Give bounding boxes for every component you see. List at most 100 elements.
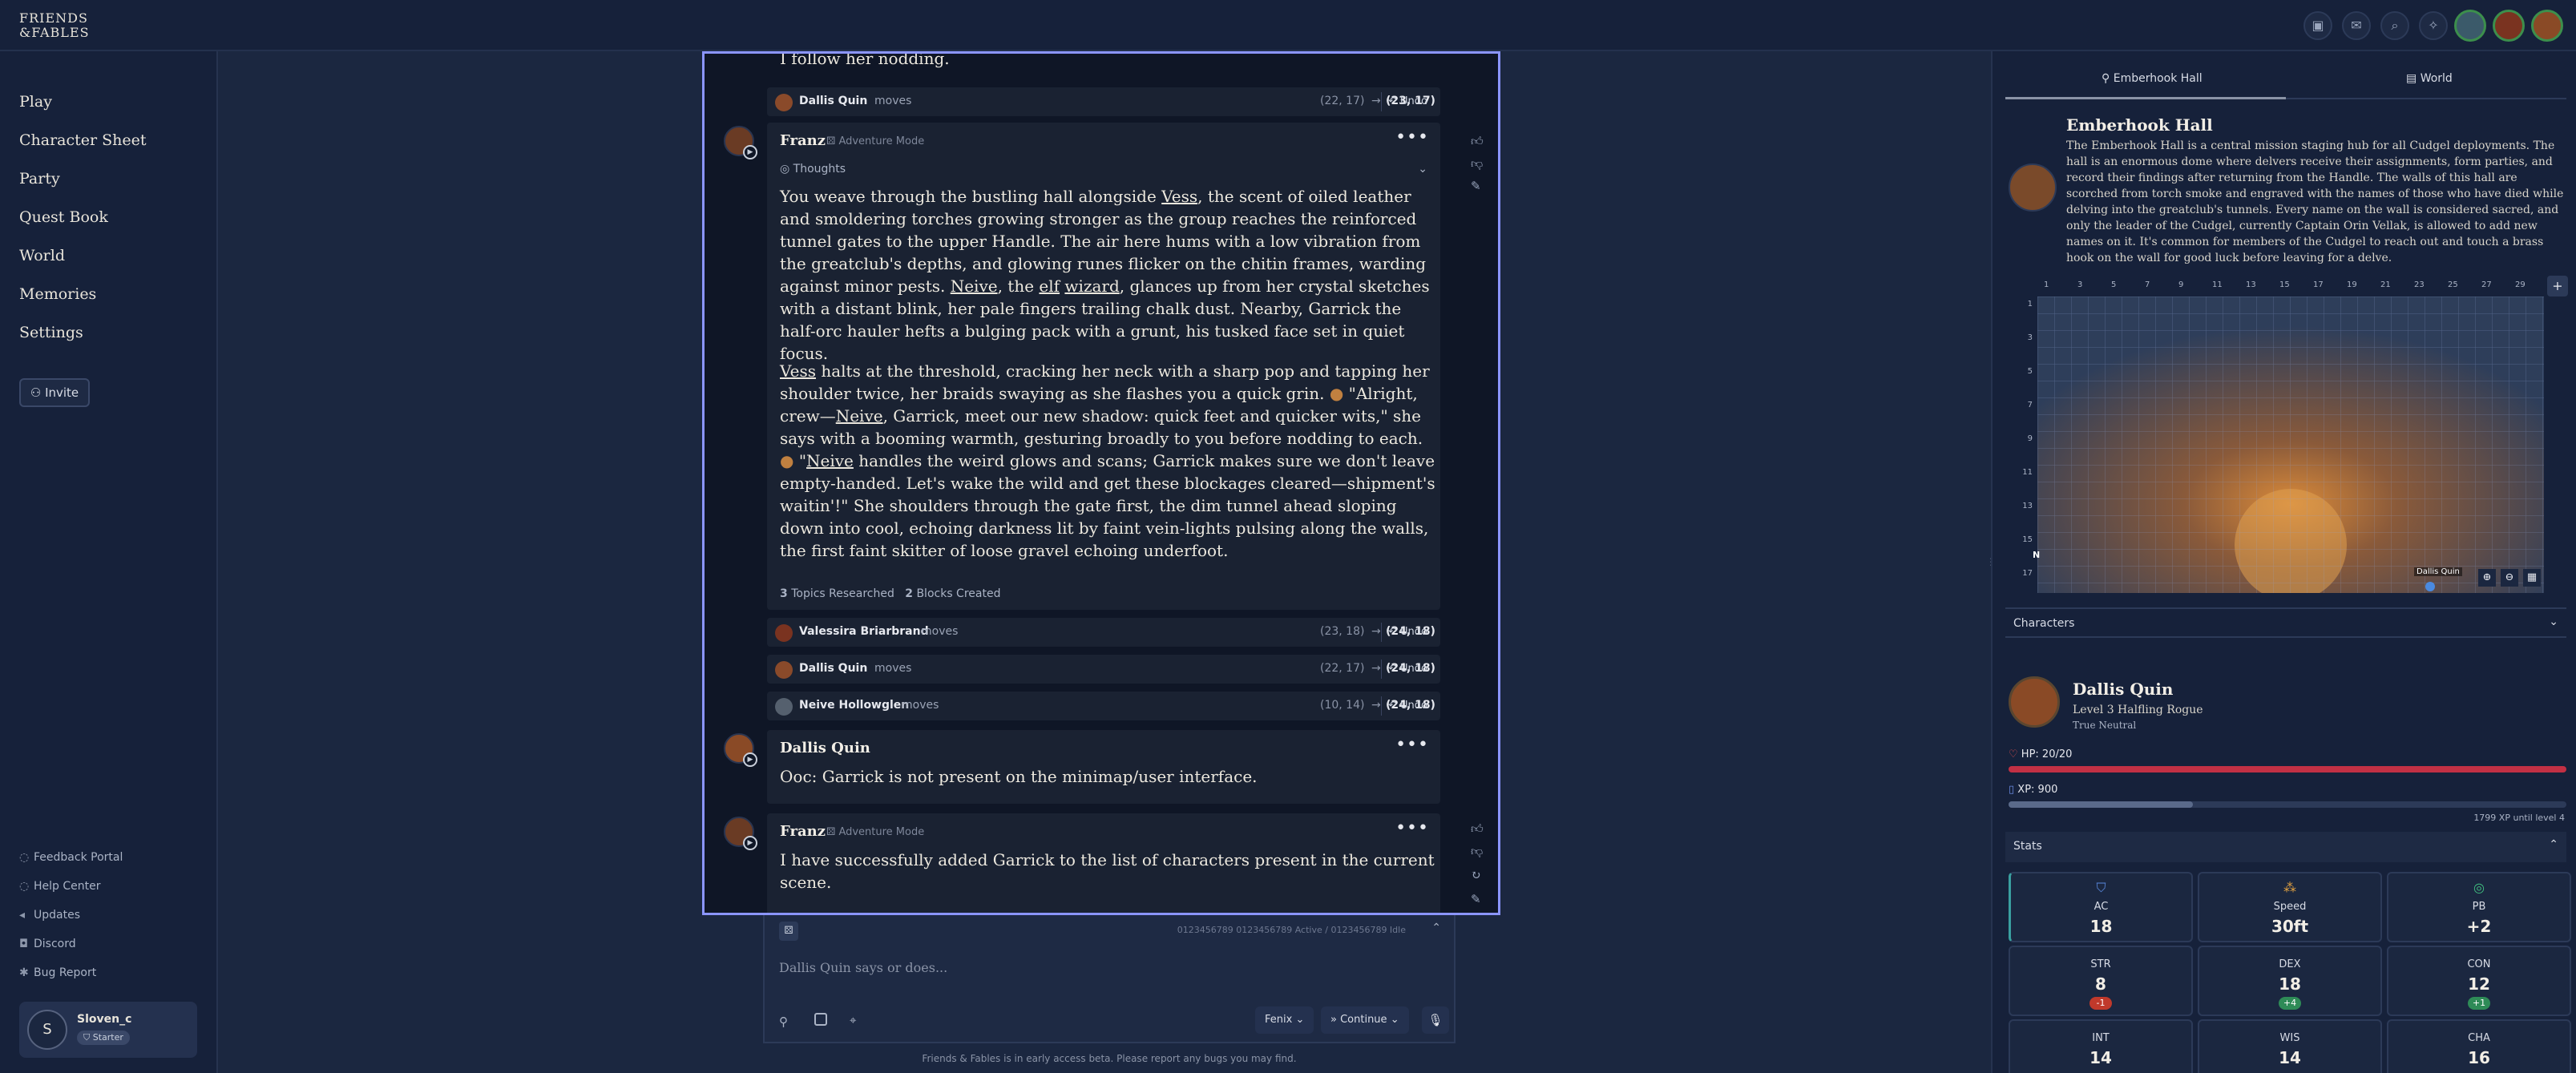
sidebar-item-settings[interactable]: Settings xyxy=(19,324,83,341)
stat-proficiency: ◎ PB +2 xyxy=(2387,872,2571,942)
entity-link[interactable]: Neive xyxy=(806,451,854,470)
model-select[interactable]: Fenix ⌄ xyxy=(1255,1006,1314,1034)
thumbs-up-icon[interactable]: 👍︎ xyxy=(1471,134,1484,149)
user-card[interactable]: S Sloven_c ⛉ Starter xyxy=(19,1002,197,1058)
characters-toggle[interactable]: Characters ⌄ xyxy=(2005,607,2566,638)
edit-icon[interactable]: ✎ xyxy=(1471,179,1481,193)
compass-icon[interactable]: ⌖ xyxy=(850,1013,856,1027)
thumbs-down-icon[interactable]: 👎︎ xyxy=(1471,844,1483,859)
panel-tabs: ⚲ Emberhook Hall ▤ World xyxy=(2005,59,2566,99)
character-class: Level 3 Halfling Rogue xyxy=(2073,704,2203,716)
hint-icon[interactable]: ⚲ xyxy=(779,1015,788,1029)
undo-icon: ↶ xyxy=(1388,626,1401,638)
chevron-up-icon[interactable]: ⌃ xyxy=(1431,922,1441,934)
chat-log[interactable]: I follow her nodding. Dallis Quin moves … xyxy=(702,51,1500,915)
footer-link-bug-report[interactable]: ✱ Bug Report xyxy=(19,966,96,979)
continue-button[interactable]: » Continue ⌄ xyxy=(1321,1006,1409,1034)
entity-link[interactable]: elf xyxy=(1039,276,1060,296)
microphone-icon[interactable]: 🎙︎ xyxy=(1422,1006,1449,1034)
invite-button[interactable]: ⚇ Invite xyxy=(19,378,90,407)
sidebar-item-party[interactable]: Party xyxy=(19,170,60,188)
chevron-down-icon[interactable]: ⌄ xyxy=(1418,163,1427,175)
grid-toggle-icon[interactable]: ▦ xyxy=(2523,569,2541,587)
stats-toggle[interactable]: Stats ⌃ xyxy=(2005,832,2566,862)
map-token-label[interactable]: Dallis Quin xyxy=(2414,567,2462,576)
party-avatar[interactable] xyxy=(2493,10,2525,42)
avatar xyxy=(775,661,793,679)
stat-wis: WIS 14 xyxy=(2198,1019,2382,1073)
footer-link-feedback[interactable]: ◌ Feedback Portal xyxy=(19,851,123,864)
tab-location[interactable]: ⚲ Emberhook Hall xyxy=(2005,59,2286,99)
map-column-label: 7 xyxy=(2145,280,2150,289)
sidebar-item-memories[interactable]: Memories xyxy=(19,285,96,303)
zoom-out-icon[interactable]: ⊖ xyxy=(2501,569,2518,587)
narrator-avatar: ▶ xyxy=(724,126,757,159)
sidebar-item-play[interactable]: Play xyxy=(19,93,52,111)
avatar xyxy=(775,698,793,716)
entity-link[interactable]: Vess xyxy=(1161,187,1197,206)
regenerate-icon[interactable]: ↻ xyxy=(1471,868,1481,882)
footer-link-updates[interactable]: ◂ Updates xyxy=(19,909,80,922)
add-icon[interactable]: + xyxy=(2547,276,2568,296)
thumbs-up-icon[interactable]: 👍︎ xyxy=(1471,821,1484,837)
message-input[interactable]: Dallis Quin says or does... xyxy=(779,960,1436,975)
more-options-icon[interactable]: ••• xyxy=(1395,127,1429,147)
discord-icon: ◘ xyxy=(19,938,29,950)
undo-button[interactable]: ↶ Undo xyxy=(1381,623,1434,642)
xp-bar xyxy=(2009,801,2566,808)
footer-link-help[interactable]: ◌ Help Center xyxy=(19,880,101,893)
edit-icon[interactable]: ✎ xyxy=(1471,892,1481,906)
footer-link-discord[interactable]: ◘ Discord xyxy=(19,938,76,950)
move-entry: Dallis Quin moves (22, 17) → (23, 17) ↶ … xyxy=(767,87,1440,116)
dice-roll-icon[interactable]: ⚄ xyxy=(779,922,798,941)
panel-toggle-icon[interactable]: ▣ xyxy=(2303,11,2332,40)
entity-link[interactable]: Neive xyxy=(836,406,883,426)
dice-icon: ⚄ xyxy=(826,826,839,838)
play-audio-icon[interactable]: ▶ xyxy=(743,752,757,767)
map-row-label: 15 xyxy=(2022,535,2033,544)
message-text: Ooc: Garrick is not present on the minim… xyxy=(780,767,1258,786)
entity-link[interactable]: Vess xyxy=(780,361,816,381)
thoughts-toggle[interactable]: ◎ Thoughts xyxy=(780,163,846,175)
more-options-icon[interactable]: ••• xyxy=(1395,735,1429,755)
character-portrait[interactable] xyxy=(2009,676,2060,728)
undo-button[interactable]: ↶ Undo xyxy=(1381,660,1434,679)
mail-icon[interactable]: ✉ xyxy=(2342,11,2371,40)
entity-link[interactable]: Neive xyxy=(951,276,998,296)
undo-icon: ↶ xyxy=(1388,700,1401,712)
party-avatar[interactable] xyxy=(2531,10,2563,42)
play-audio-icon[interactable]: ▶ xyxy=(743,836,757,850)
entity-link[interactable]: wizard xyxy=(1064,276,1119,296)
zoom-in-icon[interactable]: ⊕ xyxy=(2478,569,2496,587)
location-description: The Emberhook Hall is a central mission … xyxy=(2066,139,2564,264)
map-row-label: 13 xyxy=(2022,502,2033,510)
scene-map[interactable]: N Dallis Quin ⊕ ⊖ ▦ xyxy=(2033,296,2544,601)
tab-world[interactable]: ▤ World xyxy=(2286,59,2566,99)
lightbulb-icon: ◎ xyxy=(780,163,793,175)
narration-paragraph-1: You weave through the bustling hall alon… xyxy=(780,187,1430,363)
modifier-badge: -1 xyxy=(2089,997,2112,1010)
search-icon[interactable]: ⌕ xyxy=(2380,11,2409,40)
stat-int: INT 14 xyxy=(2009,1019,2193,1073)
sidebar-item-quest-book[interactable]: Quest Book xyxy=(19,208,108,226)
map-row-label: 5 xyxy=(2027,367,2033,376)
compass-north: N xyxy=(2033,550,2041,560)
image-icon[interactable] xyxy=(814,1013,827,1026)
wand-icon[interactable]: ✧ xyxy=(2419,11,2448,40)
app-logo[interactable]: FRIENDS &FABLES xyxy=(19,11,90,40)
map-column-label: 3 xyxy=(2077,280,2083,289)
map-column-label: 23 xyxy=(2414,280,2425,289)
character-name: Dallis Quin xyxy=(2073,680,2174,699)
sidebar-item-character-sheet[interactable]: Character Sheet xyxy=(19,131,147,149)
undo-button[interactable]: ↶ Undo xyxy=(1381,696,1434,716)
party-avatar[interactable] xyxy=(2454,10,2486,42)
speaker-name: Dallis Quin xyxy=(780,740,870,756)
more-options-icon[interactable]: ••• xyxy=(1395,818,1429,838)
undo-button[interactable]: ↶ Undo xyxy=(1381,92,1434,111)
sidebar-item-world[interactable]: World xyxy=(19,247,65,264)
xp-label: ▯ XP: 900 xyxy=(2009,784,2058,796)
help-icon: ◌ xyxy=(19,880,30,893)
play-audio-icon[interactable]: ▶ xyxy=(743,145,757,159)
move-entry: Dallis Quin moves (22, 17) → (24, 18) ↶ … xyxy=(767,655,1440,684)
thumbs-down-icon[interactable]: 👎︎ xyxy=(1471,156,1483,171)
